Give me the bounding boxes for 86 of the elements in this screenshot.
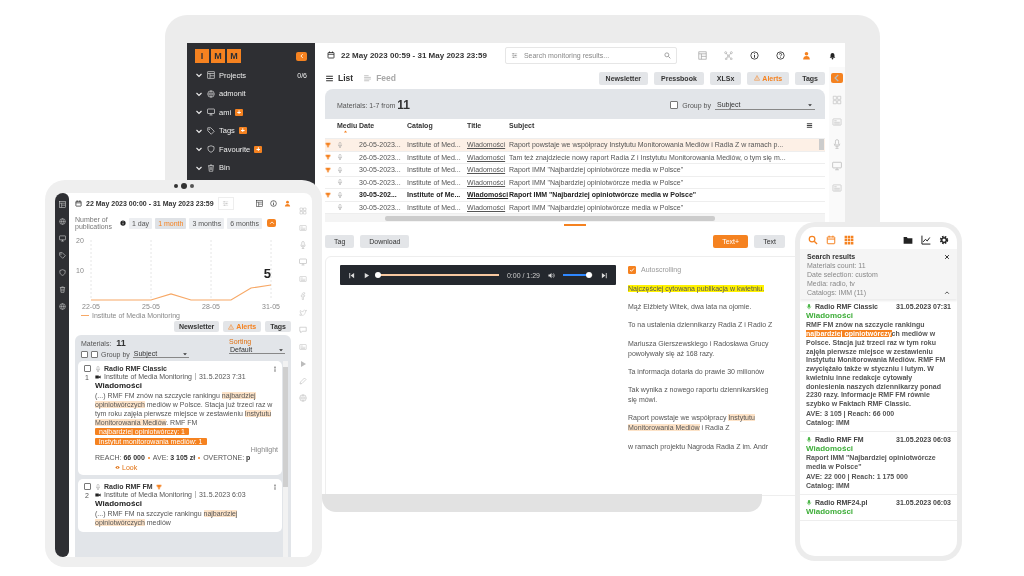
- layout-icon[interactable]: [256, 199, 263, 207]
- chevron-left-icon: [832, 73, 842, 83]
- materials-count: 11: [116, 338, 126, 348]
- warning-icon: [228, 323, 235, 330]
- progress-thumb[interactable]: [375, 272, 381, 278]
- monitor-icon: [207, 108, 215, 117]
- help-icon[interactable]: [776, 50, 785, 60]
- microphone-icon: [95, 483, 101, 490]
- eye-icon: [115, 465, 120, 471]
- select-all-checkbox[interactable]: [81, 350, 88, 358]
- microphone-icon: [95, 365, 101, 372]
- scrollbar[interactable]: [283, 367, 288, 487]
- info-icon[interactable]: [750, 50, 759, 60]
- microphone-icon: [806, 436, 812, 444]
- shield-icon: [207, 145, 215, 154]
- feed-icon: [363, 73, 373, 83]
- group-by-checkbox[interactable]: [91, 350, 98, 358]
- filter-icon: [222, 199, 230, 207]
- list-icon: [325, 73, 334, 83]
- group-by-checkbox[interactable]: [670, 101, 679, 109]
- close-icon[interactable]: [944, 253, 950, 260]
- result-title[interactable]: Wiadomości: [95, 381, 278, 390]
- materials-count: 11: [397, 98, 411, 112]
- logo-tile: I: [195, 49, 209, 63]
- trash-icon[interactable]: [58, 286, 66, 293]
- globe-icon[interactable]: [58, 218, 66, 225]
- scrollbar[interactable]: [385, 216, 715, 221]
- user-icon[interactable]: [802, 50, 811, 60]
- splitter-handle[interactable]: [564, 224, 586, 226]
- camera-drawing: [173, 182, 195, 190]
- globe-icon[interactable]: [58, 303, 66, 310]
- microphone-icon: [806, 303, 812, 311]
- folder-icon[interactable]: [903, 235, 913, 245]
- tag-icon[interactable]: [58, 252, 66, 259]
- grid-icon[interactable]: [844, 235, 854, 245]
- caret-icon: [181, 350, 188, 357]
- select-checkbox[interactable]: [83, 365, 91, 372]
- play-icon[interactable]: [363, 271, 370, 279]
- search-icon[interactable]: [663, 51, 671, 59]
- tag-icon: [207, 126, 215, 135]
- source-icon: [95, 373, 101, 380]
- result-title[interactable]: Wiadomości: [95, 499, 278, 509]
- result-card[interactable]: [78, 361, 282, 476]
- skip-forward-icon[interactable]: [601, 271, 608, 279]
- filter-icon[interactable]: [510, 51, 518, 59]
- caret-icon: [278, 346, 284, 353]
- microphone-icon: [337, 191, 343, 198]
- calendar-icon[interactable]: [327, 51, 335, 59]
- logo-tile: M: [211, 49, 225, 63]
- chevron-up-icon[interactable]: [944, 289, 950, 296]
- microphone-icon: [806, 499, 812, 507]
- info-icon[interactable]: [120, 220, 126, 226]
- table-icon[interactable]: [58, 201, 66, 208]
- shield-icon[interactable]: [58, 269, 66, 276]
- trash-icon: [207, 163, 215, 172]
- chart-icon[interactable]: [921, 235, 931, 245]
- view-tab[interactable]: List: [325, 73, 354, 83]
- data-label: 5: [263, 266, 271, 281]
- chevron-left-icon: [298, 53, 305, 59]
- scrollbar[interactable]: [818, 139, 824, 151]
- microphone-icon: [337, 204, 343, 211]
- volume-icon[interactable]: [548, 271, 555, 279]
- date-range[interactable]: 22 May 2023 00:59 - 31 May 2023 23:59: [341, 50, 487, 60]
- sort-icon[interactable]: [343, 129, 348, 134]
- bell-icon[interactable]: [828, 50, 837, 60]
- globe-icon: [207, 89, 215, 98]
- select-checkbox[interactable]: [83, 483, 91, 491]
- microphone-icon: [337, 179, 343, 186]
- source-icon: [95, 491, 101, 498]
- microphone-icon: [337, 141, 343, 148]
- chevron-up-icon: [268, 220, 275, 226]
- table-icon: [207, 71, 215, 80]
- calendar-icon[interactable]: [75, 199, 82, 207]
- logo-tile: M: [227, 49, 241, 63]
- skip-back-icon[interactable]: [348, 271, 355, 279]
- collapse-button[interactable]: [296, 51, 307, 61]
- user-icon[interactable]: [284, 199, 291, 207]
- caret-icon: [807, 101, 813, 108]
- monitor-icon[interactable]: [58, 235, 66, 242]
- warning-icon: [754, 75, 761, 81]
- menu-icon[interactable]: [806, 122, 813, 129]
- search-icon[interactable]: [808, 235, 818, 245]
- autoscroll-checkbox[interactable]: [628, 266, 636, 275]
- microphone-icon: [337, 154, 343, 161]
- microphone-icon: [337, 166, 343, 173]
- settings-icon[interactable]: [939, 235, 949, 245]
